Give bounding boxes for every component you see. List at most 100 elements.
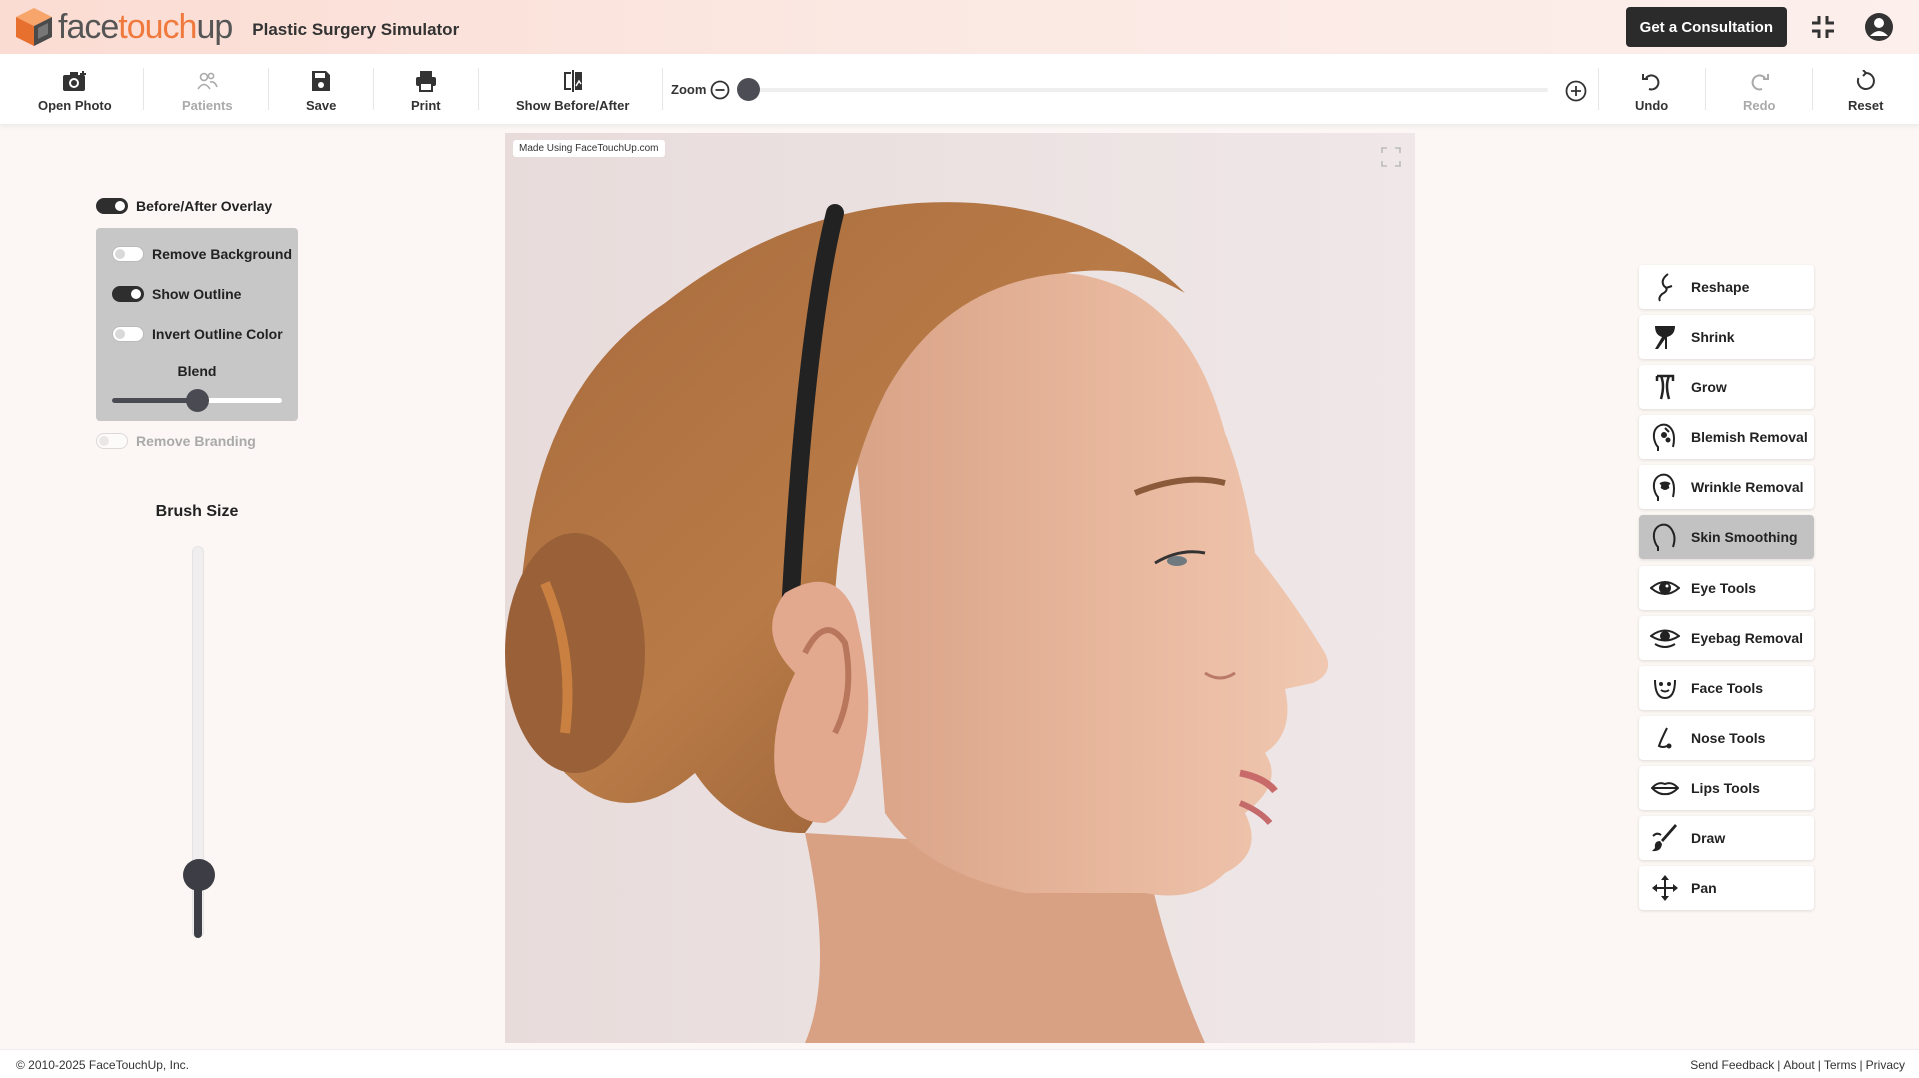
fullscreen-icon[interactable] bbox=[1381, 147, 1401, 172]
before-after-overlay-label: Before/After Overlay bbox=[136, 198, 273, 214]
invert-outline-color-toggle[interactable]: Invert Outline Color bbox=[112, 326, 283, 342]
reset-icon bbox=[1856, 70, 1875, 90]
remove-branding-label: Remove Branding bbox=[136, 433, 256, 449]
reset-label: Reset bbox=[1848, 98, 1884, 113]
remove-branding-toggle[interactable]: Remove Branding bbox=[96, 433, 256, 449]
show-outline-label: Show Outline bbox=[152, 286, 242, 302]
tool-label: Draw bbox=[1691, 830, 1726, 847]
invert-outline-color-label: Invert Outline Color bbox=[152, 326, 283, 342]
brush-size-label: Brush Size bbox=[155, 503, 239, 520]
blemish-icon bbox=[1649, 421, 1681, 453]
save-icon bbox=[312, 71, 331, 91]
camera-icon bbox=[62, 71, 86, 91]
logo[interactable]: facetouchup bbox=[14, 6, 233, 48]
invert-outline-color-switch[interactable] bbox=[112, 326, 144, 342]
wrinkle-icon bbox=[1649, 471, 1681, 503]
zoom-out-icon[interactable] bbox=[710, 80, 730, 105]
about-link[interactable]: About bbox=[1783, 1058, 1814, 1072]
tool-label: Lips Tools bbox=[1691, 779, 1760, 796]
brush-size-slider-thumb[interactable] bbox=[183, 859, 215, 892]
remove-branding-switch[interactable] bbox=[96, 433, 128, 449]
before-after-overlay-toggle[interactable]: Before/After Overlay bbox=[96, 198, 272, 214]
tool-skin-smoothing[interactable]: Skin Smoothing bbox=[1639, 515, 1814, 560]
tool-wrinkle-removal[interactable]: Wrinkle Removal bbox=[1639, 465, 1814, 510]
undo-icon bbox=[1641, 74, 1660, 91]
tool-grow[interactable]: Grow bbox=[1639, 365, 1814, 410]
print-label: Print bbox=[411, 98, 441, 113]
logo-text: facetouchup bbox=[58, 7, 233, 46]
watermark: Made Using FaceTouchUp.com bbox=[513, 140, 665, 157]
tool-label: Eye Tools bbox=[1691, 579, 1757, 596]
tool-draw[interactable]: Draw bbox=[1639, 816, 1814, 861]
undo-label: Undo bbox=[1635, 98, 1669, 113]
reset-button[interactable]: Reset bbox=[1848, 70, 1883, 113]
save-label: Save bbox=[306, 98, 337, 113]
footer-links: Send Feedback | About | Terms | Privacy bbox=[1690, 1058, 1905, 1072]
tool-label: Reshape bbox=[1691, 279, 1750, 295]
zoom-label: Zoom bbox=[671, 82, 707, 97]
save-button[interactable]: Save bbox=[306, 70, 336, 113]
exit-fullscreen-icon[interactable] bbox=[1803, 7, 1843, 47]
privacy-link[interactable]: Privacy bbox=[1866, 1058, 1905, 1072]
tool-label: Grow bbox=[1691, 379, 1727, 396]
patients-button[interactable]: Patients bbox=[182, 70, 233, 113]
lips-icon bbox=[1649, 772, 1681, 804]
tool-eyebag-removal[interactable]: Eyebag Removal bbox=[1639, 615, 1814, 660]
skin-smoothing-icon bbox=[1649, 521, 1681, 553]
shrink-icon bbox=[1649, 321, 1681, 353]
open-photo-button[interactable]: Open Photo bbox=[38, 70, 112, 113]
eye-icon bbox=[1649, 572, 1681, 604]
zoom-slider-thumb[interactable] bbox=[737, 78, 760, 101]
tool-label: Shrink bbox=[1691, 329, 1735, 346]
logo-cube-icon bbox=[16, 8, 52, 46]
compare-icon bbox=[563, 70, 582, 92]
show-outline-switch[interactable] bbox=[112, 286, 144, 302]
app-header: facetouchup Plastic Surgery Simulator Ge… bbox=[0, 0, 1919, 54]
tool-label: Wrinkle Removal bbox=[1691, 479, 1804, 496]
undo-button[interactable]: Undo bbox=[1635, 70, 1668, 113]
terms-link[interactable]: Terms bbox=[1824, 1058, 1857, 1072]
blend-slider-thumb[interactable] bbox=[185, 389, 209, 412]
tool-label: Eyebag Removal bbox=[1691, 629, 1804, 646]
blend-slider-fill bbox=[112, 398, 197, 403]
pan-icon bbox=[1649, 872, 1681, 904]
tool-label: Blemish Removal bbox=[1691, 429, 1808, 446]
print-icon bbox=[415, 71, 436, 92]
grow-icon bbox=[1649, 371, 1681, 403]
tool-lips-tools[interactable]: Lips Tools bbox=[1639, 765, 1814, 810]
tool-face-tools[interactable]: Face Tools bbox=[1639, 665, 1814, 710]
tool-pan[interactable]: Pan bbox=[1639, 866, 1814, 911]
before-after-overlay-switch[interactable] bbox=[96, 198, 128, 214]
remove-background-toggle[interactable]: Remove Background bbox=[112, 246, 292, 262]
face-icon bbox=[1649, 672, 1681, 704]
tool-shrink[interactable]: Shrink bbox=[1639, 315, 1814, 360]
tool-reshape[interactable]: Reshape bbox=[1639, 265, 1814, 309]
nose-icon bbox=[1649, 722, 1681, 754]
footer: © 2010-2025 FaceTouchUp, Inc. Send Feedb… bbox=[0, 1049, 1919, 1078]
redo-button[interactable]: Redo bbox=[1743, 70, 1776, 113]
remove-background-switch[interactable] bbox=[112, 246, 144, 262]
tool-label: Skin Smoothing bbox=[1691, 529, 1798, 546]
draw-icon bbox=[1649, 822, 1681, 854]
tool-nose-tools[interactable]: Nose Tools bbox=[1639, 715, 1814, 760]
app-title: Plastic Surgery Simulator bbox=[252, 20, 460, 39]
redo-label: Redo bbox=[1743, 98, 1776, 113]
tool-panel: Reshape Shrink Grow Blemish Removal Wrin… bbox=[1639, 265, 1814, 916]
show-before-after-button[interactable]: Show Before/After bbox=[516, 70, 629, 113]
send-feedback-link[interactable]: Send Feedback bbox=[1690, 1058, 1774, 1072]
photo-canvas[interactable]: Made Using FaceTouchUp.com bbox=[505, 133, 1415, 1043]
show-outline-toggle[interactable]: Show Outline bbox=[112, 286, 241, 302]
tool-eye-tools[interactable]: Eye Tools bbox=[1639, 565, 1814, 610]
print-button[interactable]: Print bbox=[411, 70, 441, 113]
blend-label: Blend bbox=[177, 363, 217, 379]
tool-label: Face Tools bbox=[1691, 679, 1764, 696]
zoom-in-icon[interactable] bbox=[1565, 80, 1587, 107]
patients-icon bbox=[197, 72, 219, 90]
tool-label: Pan bbox=[1691, 880, 1717, 897]
tool-blemish-removal[interactable]: Blemish Removal bbox=[1639, 415, 1814, 460]
get-consultation-button[interactable]: Get a Consultation bbox=[1625, 7, 1787, 47]
show-before-after-label: Show Before/After bbox=[516, 98, 630, 113]
tool-label: Nose Tools bbox=[1691, 729, 1766, 746]
zoom-slider-track[interactable] bbox=[742, 88, 1548, 92]
account-icon[interactable] bbox=[1859, 7, 1899, 47]
